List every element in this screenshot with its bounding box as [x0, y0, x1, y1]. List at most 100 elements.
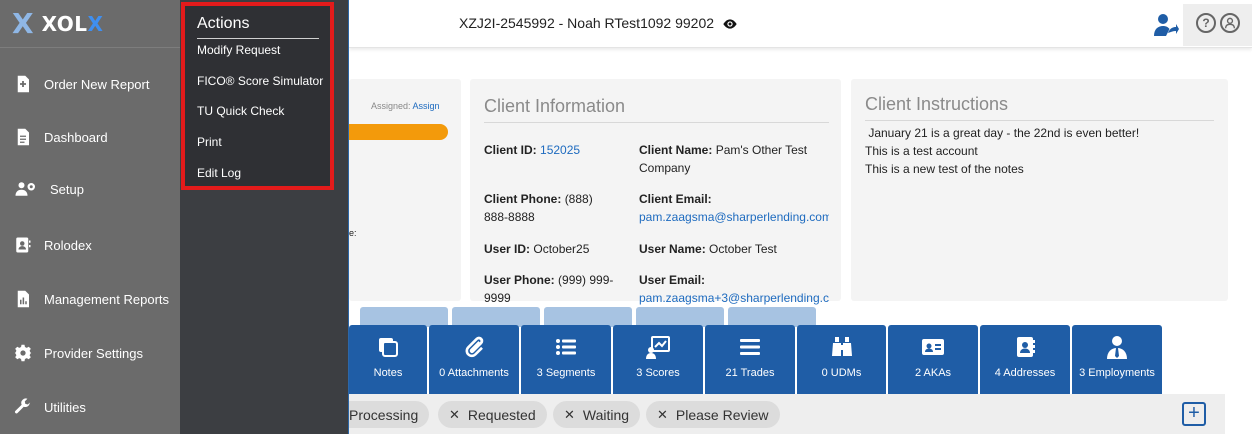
account-icon[interactable]: [1220, 13, 1240, 33]
client-email-field: Client Email: pam.zaagsma@sharperlending…: [639, 190, 829, 226]
sidebar-item-provider-settings[interactable]: Provider Settings: [0, 331, 180, 375]
id-card-icon: [922, 339, 944, 355]
client-information-card: Client Information Client ID: 152025 Cli…: [470, 79, 841, 305]
logo[interactable]: X XOLX: [0, 0, 180, 48]
user-phone-value: (999) 999-: [558, 273, 614, 287]
assign-link[interactable]: Assign: [413, 101, 440, 111]
filter-chip-please-review[interactable]: ✕ Please Review: [646, 401, 780, 428]
client-name-value: Pam's Other Test: [715, 143, 808, 157]
client-name-value-2: Company: [639, 161, 691, 175]
sidebar-item-dashboard[interactable]: Dashboard: [0, 115, 180, 159]
menu-item-edit-log[interactable]: Edit Log: [197, 166, 241, 180]
tab-label: 2 AKAs: [914, 367, 952, 379]
notes-icon: [379, 338, 398, 357]
chip-label: Processing: [349, 406, 419, 423]
report-icon: [12, 288, 34, 310]
client-id-field: Client ID: 152025: [484, 143, 581, 157]
close-icon[interactable]: ✕: [657, 407, 668, 423]
card-divider: [865, 120, 1214, 121]
sidebar-item-label: Provider Settings: [44, 345, 143, 361]
actions-menu: Actions Modify Request FICO® Score Simul…: [181, 2, 334, 190]
sidebar-item-setup[interactable]: Setup: [0, 167, 180, 211]
status-card: [349, 79, 461, 301]
menu-item-fico-score-simulator[interactable]: FICO® Score Simulator: [197, 74, 323, 88]
tab-employments[interactable]: 3 Employments: [1072, 325, 1162, 394]
chip-label: Please Review: [675, 406, 769, 423]
employee-icon: [1107, 336, 1127, 359]
eye-icon[interactable]: [722, 16, 738, 32]
chip-label: Waiting: [582, 406, 630, 423]
sidebar: X XOLX Order New Report Dashboard Setup …: [0, 0, 180, 434]
assigned-label: Assigned:: [371, 101, 411, 111]
sidebar-item-utilities[interactable]: Utilities: [0, 385, 180, 429]
ghost-tab: [636, 307, 724, 327]
wrench-icon: [12, 396, 34, 418]
status-progress-bar: [349, 124, 448, 140]
filter-chip-waiting[interactable]: ✕ Waiting: [553, 401, 641, 428]
address-book-icon: [12, 234, 34, 256]
tab-trades[interactable]: 21 Trades: [705, 325, 795, 394]
client-phone-value: (888): [564, 192, 593, 206]
sidebar-item-order-new-report[interactable]: Order New Report: [0, 62, 180, 106]
tab-label: 3 Employments: [1079, 367, 1155, 379]
assigned-row: Assigned: Assign: [371, 101, 440, 111]
tab-label: Notes: [373, 367, 403, 379]
filter-chip-requested[interactable]: ✕ Requested: [438, 401, 547, 428]
client-phone-field: Client Phone: (888) 888-8888: [484, 192, 593, 224]
sidebar-item-rolodex[interactable]: Rolodex: [0, 223, 180, 267]
gear-icon: [12, 342, 34, 364]
user-id-field: User ID: October25: [484, 242, 590, 256]
add-filter-button[interactable]: +: [1182, 402, 1206, 426]
user-share-icon[interactable]: [1153, 12, 1179, 38]
tab-segments[interactable]: 3 Segments: [521, 325, 611, 394]
menu-item-tu-quick-check[interactable]: TU Quick Check: [197, 104, 284, 118]
tab-label: 4 Addresses: [994, 367, 1056, 379]
help-icon[interactable]: ?: [1196, 13, 1216, 33]
user-name-value: October Test: [709, 242, 777, 256]
document-icon: [12, 126, 34, 148]
tab-label: 3 Scores: [636, 367, 680, 379]
sidebar-item-management-reports[interactable]: Management Reports: [0, 277, 180, 321]
menu-item-modify-request[interactable]: Modify Request: [197, 43, 280, 57]
top-bar: XZJ2I-2545992 - Noah RTest1092 99202: [349, 0, 1252, 48]
user-id-value: October25: [533, 242, 590, 256]
client-id-link[interactable]: 152025: [540, 143, 580, 157]
right-toolbar: ?: [1183, 4, 1252, 46]
client-information-title: Client Information: [484, 96, 626, 116]
sidebar-item-label: Setup: [50, 181, 84, 197]
close-icon[interactable]: ✕: [564, 407, 575, 423]
sidebar-item-label: Order New Report: [44, 76, 150, 92]
instruction-line: This is a test account: [865, 144, 978, 158]
ghost-tab: [544, 307, 632, 327]
tab-scores[interactable]: 3 Scores: [613, 325, 703, 394]
menu-item-print[interactable]: Print: [197, 135, 222, 149]
sidebar-item-label: Dashboard: [44, 129, 108, 145]
actions-divider: [197, 38, 319, 39]
client-instructions-title: Client Instructions: [865, 94, 1009, 114]
tab-addresses[interactable]: 4 Addresses: [980, 325, 1070, 394]
file-plus-icon: [12, 73, 34, 95]
client-email-link[interactable]: pam.zaagsma@sharperlending.com: [639, 210, 829, 224]
tab-label: 3 Segments: [536, 367, 596, 379]
page-title: XZJ2I-2545992 - Noah RTest1092 99202: [459, 15, 715, 31]
tab-akas[interactable]: 2 AKAs: [888, 325, 978, 394]
address-book-icon: [1017, 337, 1035, 357]
tab-notes[interactable]: Notes: [349, 325, 427, 394]
page: Assigned: Assign e: Client Information C…: [0, 0, 1252, 434]
tab-label: 21 Trades: [725, 367, 775, 379]
user-name-field: User Name: October Test: [639, 242, 777, 256]
filter-chip-processing[interactable]: Processing: [338, 401, 430, 428]
user-phone-field: User Phone: (999) 999- 9999: [484, 273, 614, 305]
tab-udms[interactable]: 0 UDMs: [797, 325, 886, 394]
user-email-field: User Email: pam.zaagsma+3@sharperlending…: [639, 273, 829, 305]
client-phone-value-2: 888-8888: [484, 210, 535, 224]
instruction-line: January 21 is a great day - the 22nd is …: [865, 126, 1140, 140]
ghost-tab: [728, 307, 816, 327]
bars-icon: [740, 339, 760, 355]
sidebar-item-label: Utilities: [44, 399, 86, 415]
logo-mark-icon: X: [12, 6, 34, 40]
user-email-link[interactable]: pam.zaagsma+3@sharperlending.c: [639, 291, 829, 305]
instruction-line: This is a new test of the notes: [865, 162, 1024, 176]
tab-attachments[interactable]: 0 Attachments: [429, 325, 519, 394]
close-icon[interactable]: ✕: [449, 407, 460, 423]
